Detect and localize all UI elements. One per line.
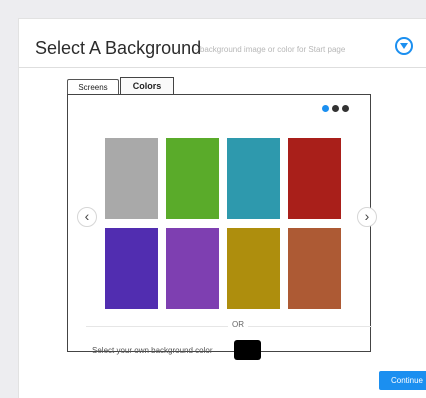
tab-screens[interactable]: Screens — [67, 79, 119, 94]
next-button[interactable]: › — [357, 207, 377, 227]
collapse-button[interactable] — [395, 37, 413, 55]
color-picker-panel: ‹ › OR Select your own background color — [67, 94, 377, 360]
swatch-green[interactable] — [166, 138, 219, 219]
chevron-right-icon: › — [364, 208, 370, 224]
swatch-purple[interactable] — [166, 228, 219, 309]
swatch-rust[interactable] — [288, 228, 341, 309]
pager-dot-1[interactable] — [322, 105, 329, 112]
swatch-indigo[interactable] — [105, 228, 158, 309]
swatch-teal[interactable] — [227, 138, 280, 219]
chevron-left-icon: ‹ — [84, 208, 90, 224]
dialog-header: Select A Background - background image o… — [19, 19, 426, 67]
chevron-down-icon — [400, 43, 408, 49]
swatch-red[interactable] — [288, 138, 341, 219]
dialog-subtitle: - background image or color for Start pa… — [195, 45, 346, 54]
tab-colors[interactable]: Colors — [120, 77, 174, 94]
swatch-gray[interactable] — [105, 138, 158, 219]
header-divider — [19, 67, 426, 68]
prev-button[interactable]: ‹ — [77, 207, 97, 227]
own-color-label: Select your own background color — [92, 346, 213, 355]
swatch-olive[interactable] — [227, 228, 280, 309]
dialog-title: Select A Background — [35, 38, 202, 58]
or-label: OR — [228, 320, 248, 329]
pager-dot-3[interactable] — [342, 105, 349, 112]
own-color-picker[interactable] — [234, 340, 261, 360]
pager-dot-2[interactable] — [332, 105, 339, 112]
background-dialog: Select A Background - background image o… — [18, 18, 426, 398]
continue-button[interactable]: Continue — [379, 371, 426, 390]
